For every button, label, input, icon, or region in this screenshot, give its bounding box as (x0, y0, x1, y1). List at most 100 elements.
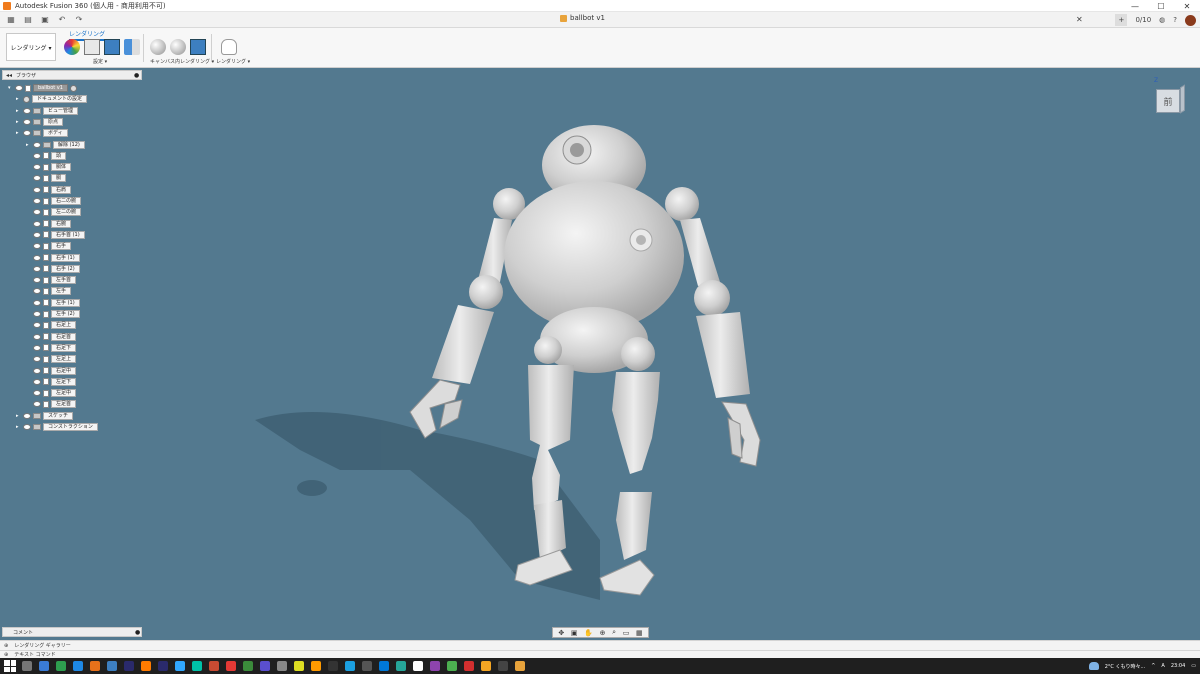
setup-group-label[interactable]: 設定 ▾ (93, 58, 107, 65)
ime-indicator[interactable]: A (1161, 663, 1164, 669)
grid-settings-icon[interactable]: ▦ (636, 629, 643, 637)
visibility-eye-icon[interactable] (23, 130, 31, 137)
visibility-eye-icon[interactable] (33, 175, 41, 182)
expand-arrow-icon[interactable]: ▸ (16, 413, 21, 419)
visibility-eye-icon[interactable] (33, 277, 41, 284)
visibility-eye-icon[interactable] (33, 186, 41, 193)
taskbar-app-icon[interactable] (328, 661, 338, 671)
render-settings-icon[interactable] (170, 39, 186, 55)
expand-icon[interactable]: ⊕ (4, 652, 8, 658)
texture-map-icon[interactable] (104, 39, 120, 55)
taskbar-app-icon[interactable] (379, 661, 389, 671)
visibility-eye-icon[interactable] (33, 311, 41, 317)
visibility-eye-icon[interactable] (33, 164, 41, 171)
taskbar-app-icon[interactable] (311, 661, 321, 671)
taskbar-app-icon[interactable] (277, 661, 287, 671)
browser-node[interactable]: 右手 (1) (26, 253, 80, 262)
browser-node[interactable]: 左足下 (26, 377, 77, 386)
taskbar-app-icon[interactable] (481, 661, 491, 671)
expand-arrow-icon[interactable]: ▸ (16, 119, 21, 125)
browser-node[interactable]: 右二の腕 (26, 197, 82, 205)
render-group-label[interactable]: レンダリング ▾ (216, 58, 250, 65)
visibility-eye-icon[interactable] (33, 152, 41, 159)
taskbar-app-icon[interactable] (141, 661, 151, 671)
comments-bar[interactable]: コメント ● (2, 627, 142, 637)
view-cube[interactable]: Z 前 (1154, 77, 1186, 117)
tab-close-button[interactable]: ✕ (1076, 15, 1083, 24)
browser-node[interactable]: 頭 (26, 151, 67, 160)
taskbar-app-icon[interactable] (226, 661, 236, 671)
browser-node[interactable]: 左足首 (26, 400, 77, 409)
expand-arrow-icon[interactable]: ▸ (26, 142, 31, 148)
browser-node[interactable]: ▸ ドキュメントの設定 (16, 95, 88, 104)
browser-node[interactable]: ▸ スケッチ (16, 411, 74, 420)
taskbar-app-icon[interactable] (447, 661, 457, 671)
appearance-icon[interactable] (64, 39, 80, 55)
zoom-icon[interactable]: ⊕ (600, 629, 606, 637)
browser-node[interactable]: 左手首 (26, 276, 77, 285)
taskbar-app-icon[interactable] (56, 661, 66, 671)
fit-icon[interactable]: ⌕ (612, 628, 616, 637)
visibility-eye-icon[interactable] (23, 412, 31, 419)
in-canvas-render-icon[interactable] (150, 39, 166, 55)
undo-icon[interactable]: ↶ (55, 14, 69, 25)
pin-icon[interactable]: ● (135, 629, 140, 636)
visibility-eye-icon[interactable] (15, 85, 23, 91)
view-cube-front-face[interactable]: 前 (1156, 89, 1180, 113)
maximize-button[interactable]: ☐ (1148, 0, 1174, 12)
browser-node[interactable]: 左手 (26, 287, 72, 296)
user-avatar[interactable] (1185, 14, 1196, 26)
browser-node[interactable]: 左足中 (26, 389, 77, 398)
browser-node[interactable]: 右手首 (1) (26, 230, 85, 239)
browser-node[interactable]: 右足上 (26, 321, 77, 330)
browser-node[interactable]: 右手 (2) (26, 264, 80, 273)
browser-node[interactable]: ▸ コンストラクション (16, 423, 98, 431)
visibility-eye-icon[interactable] (33, 401, 41, 408)
visibility-eye-icon[interactable] (33, 288, 41, 295)
collapse-arrow-icon[interactable]: ▾ (8, 85, 13, 91)
browser-node[interactable]: 右足下 (26, 343, 77, 352)
expand-arrow-icon[interactable]: ▸ (16, 424, 21, 430)
visibility-eye-icon[interactable] (33, 231, 41, 238)
redo-icon[interactable]: ↷ (72, 14, 86, 25)
taskbar-app-icon[interactable] (73, 661, 83, 671)
taskbar-app-icon[interactable] (107, 661, 117, 671)
display-settings-icon[interactable]: ▭ (623, 629, 630, 637)
robot-model[interactable] (0, 68, 1200, 640)
taskbar-app-icon[interactable] (243, 661, 253, 671)
browser-node[interactable]: 右肩 (26, 185, 72, 194)
expand-arrow-icon[interactable]: ▸ (16, 108, 21, 114)
pan-icon[interactable]: ✋ (584, 629, 593, 637)
orbit-icon[interactable]: ✥ (558, 629, 564, 637)
pin-icon[interactable]: ● (134, 72, 139, 79)
tray-chevron-icon[interactable]: ^ (1151, 663, 1155, 669)
browser-node[interactable]: 左足上 (26, 355, 77, 364)
render-gallery-bar[interactable]: ⊕ レンダリング ギャラリー (0, 640, 1200, 650)
render-teapot-icon[interactable] (221, 39, 237, 55)
taskbar-app-icon[interactable] (362, 661, 372, 671)
browser-node[interactable]: ▸ 解除 (12) (26, 140, 85, 149)
browser-node[interactable]: 右手 (26, 242, 72, 251)
taskbar-app-icon[interactable] (464, 661, 474, 671)
browser-node[interactable]: 左手 (1) (26, 298, 80, 307)
windows-start-icon[interactable] (4, 660, 16, 672)
look-at-icon[interactable]: ▣ (571, 629, 578, 637)
expand-icon[interactable]: ⊕ (4, 643, 8, 649)
browser-node[interactable]: 右腕 (26, 219, 72, 228)
visibility-eye-icon[interactable] (23, 118, 31, 125)
visibility-eye-icon[interactable] (23, 424, 31, 430)
browser-node[interactable]: 左手 (2) (26, 310, 80, 318)
decal-icon[interactable] (124, 39, 140, 55)
close-button[interactable]: ✕ (1174, 0, 1200, 12)
expand-arrow-icon[interactable]: ▸ (16, 96, 21, 102)
expand-arrow-icon[interactable]: ▸ (16, 130, 21, 136)
taskbar-app-icon[interactable] (515, 661, 525, 671)
tree-root[interactable]: ▾ ballbot v1 (8, 84, 77, 92)
visibility-eye-icon[interactable] (33, 141, 41, 148)
taskbar-app-icon[interactable] (22, 661, 32, 671)
new-tab-button[interactable]: + (1115, 14, 1128, 26)
in-canvas-render-group-label[interactable]: キャンバス内レンダリング ▾ (150, 58, 214, 65)
weather-text[interactable]: 2°C くもり時々... (1105, 663, 1146, 670)
browser-node[interactable]: 右足中 (26, 366, 77, 375)
data-panel-icon[interactable]: ▦ (4, 14, 18, 25)
